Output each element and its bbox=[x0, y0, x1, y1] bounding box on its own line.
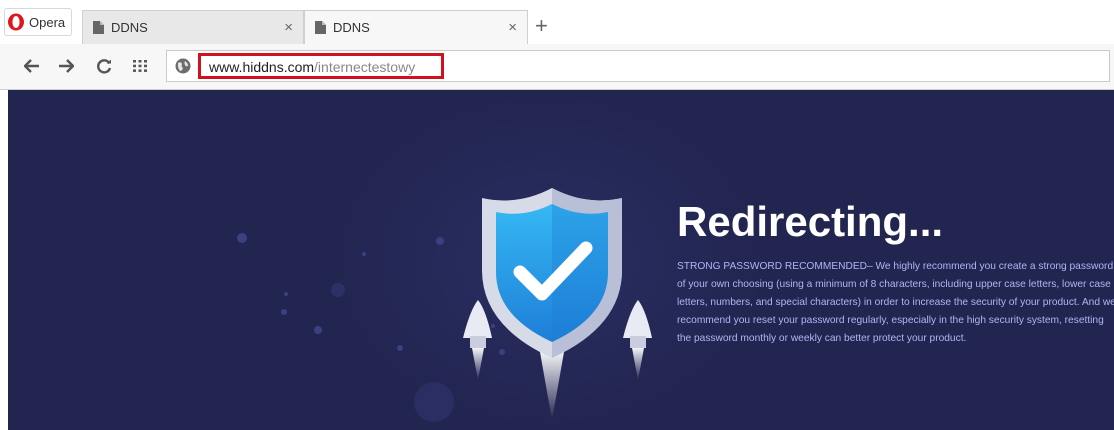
forward-arrow-icon bbox=[59, 59, 74, 73]
globe-icon[interactable] bbox=[175, 58, 191, 74]
address-field[interactable]: www.hiddns.com/internectestowy bbox=[166, 50, 1110, 82]
page-icon bbox=[93, 21, 104, 34]
navigation-bar: www.hiddns.com/internectestowy bbox=[0, 44, 1114, 90]
tab-title: DDNS bbox=[333, 20, 370, 35]
tab-ddns-1[interactable]: DDNS × bbox=[82, 10, 304, 44]
opera-menu-label: Opera bbox=[29, 14, 66, 30]
page-icon bbox=[315, 21, 326, 34]
reload-button[interactable] bbox=[94, 56, 114, 76]
tab-title: DDNS bbox=[111, 20, 148, 35]
speed-dial-icon bbox=[133, 60, 147, 72]
forward-button[interactable] bbox=[56, 56, 76, 76]
back-arrow-icon bbox=[24, 59, 39, 73]
redirect-page: Redirecting... STRONG PASSWORD RECOMMEND… bbox=[8, 90, 1114, 430]
page-heading: Redirecting... bbox=[677, 198, 944, 245]
reload-icon bbox=[96, 58, 111, 74]
speed-dial-button[interactable] bbox=[130, 56, 150, 76]
tab-bar: Opera DDNS × DDNS × + bbox=[0, 0, 1114, 44]
tab-close-button[interactable]: × bbox=[508, 19, 517, 36]
tab-close-button[interactable]: × bbox=[284, 19, 293, 36]
left-edge bbox=[0, 90, 8, 430]
url-host: www.hiddns.com bbox=[209, 59, 315, 75]
tab-ddns-2[interactable]: DDNS × bbox=[304, 10, 528, 44]
url-text[interactable]: www.hiddns.com/internectestowy bbox=[209, 59, 415, 75]
url-path: /internectestowy bbox=[314, 59, 416, 75]
back-button[interactable] bbox=[22, 56, 42, 76]
opera-menu-button[interactable]: Opera bbox=[4, 8, 73, 36]
opera-logo-icon bbox=[8, 13, 24, 31]
new-tab-button[interactable]: + bbox=[535, 12, 548, 40]
password-recommendation-text: STRONG PASSWORD RECOMMENDED– We highly r… bbox=[677, 261, 1114, 344]
